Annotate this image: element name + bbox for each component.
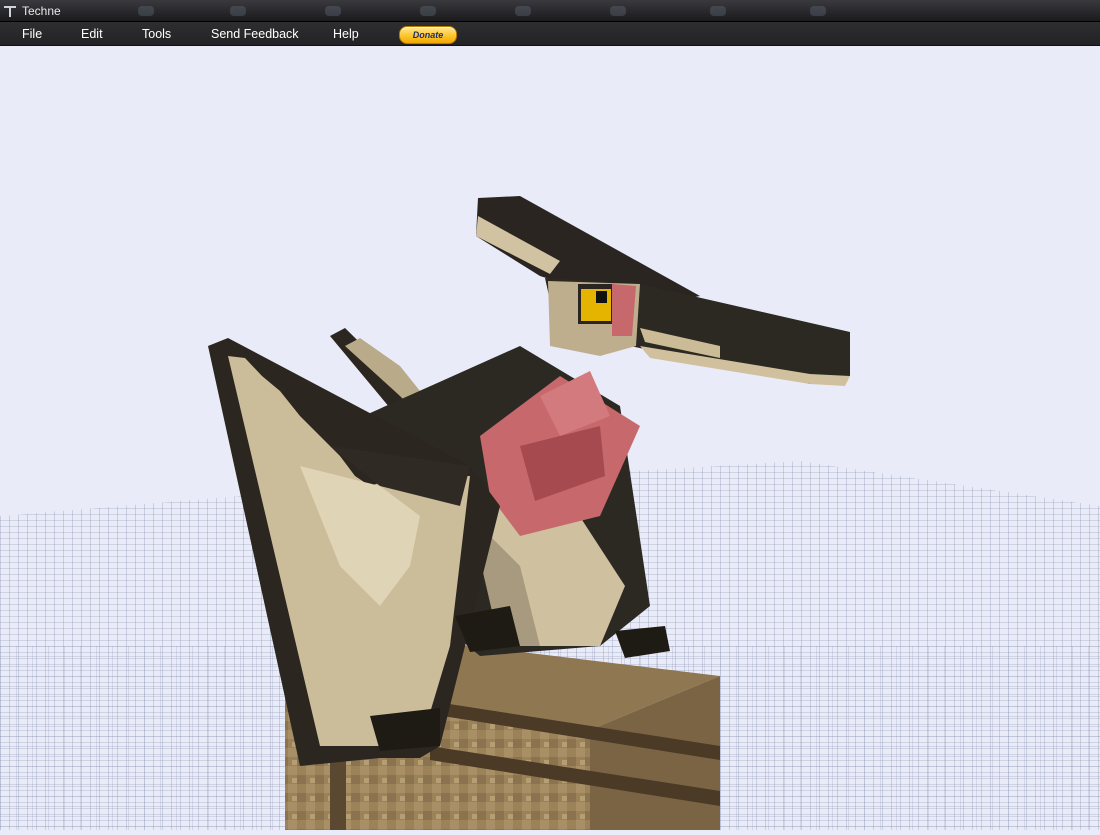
donate-button[interactable]: Donate (399, 26, 457, 44)
model-scene (0, 196, 1100, 830)
taskbar-thumbnails (120, 4, 880, 18)
window-title: Techne (22, 3, 61, 18)
menu-bar: File Edit Tools Send Feedback Help (0, 22, 1100, 46)
menu-send-feedback[interactable]: Send Feedback (207, 27, 303, 41)
menu-file[interactable]: File (18, 27, 46, 41)
menu-help[interactable]: Help (329, 27, 363, 41)
title-bar: Techne (0, 0, 1100, 22)
techne-app-icon (3, 4, 17, 18)
menu-edit[interactable]: Edit (77, 27, 107, 41)
menu-tools[interactable]: Tools (138, 27, 175, 41)
3d-model-viewport[interactable] (0, 46, 1100, 830)
